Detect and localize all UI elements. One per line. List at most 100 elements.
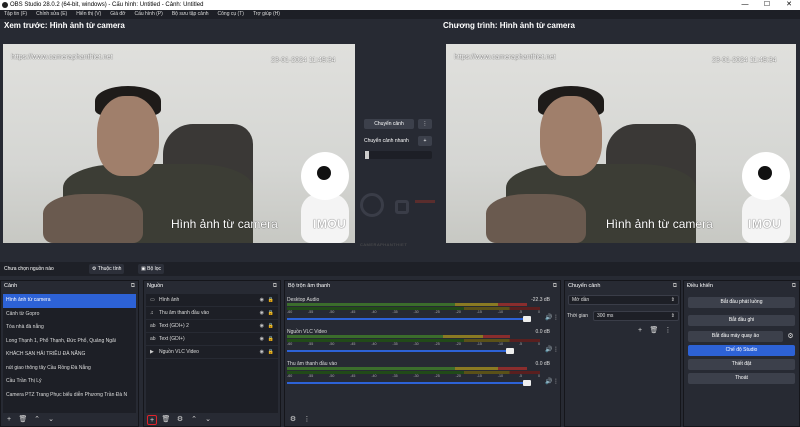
tick-label: -45 xyxy=(350,310,356,314)
menu-file[interactable]: Tập tin (F) xyxy=(4,10,27,19)
add-transition-icon[interactable]: + xyxy=(635,326,645,336)
scene-up-icon[interactable]: ⌃ xyxy=(32,415,42,425)
menu-help[interactable]: Trợ giúp (H) xyxy=(253,10,280,19)
channel-menu-icon[interactable]: ⋮ xyxy=(553,378,559,385)
menu-profile[interactable]: Cấu hình (P) xyxy=(134,10,162,19)
popout-icon[interactable]: ⧉ xyxy=(273,281,277,291)
start-recording-button[interactable]: Bắt đầu ghi xyxy=(688,315,795,326)
source-down-icon[interactable]: ⌄ xyxy=(203,415,213,425)
eye-icon[interactable]: ◉ xyxy=(260,346,264,359)
scene-item[interactable]: Tòa nhà đà nẵng xyxy=(3,321,136,335)
volume-slider-thumb[interactable] xyxy=(523,380,532,386)
lock-icon[interactable]: 🔒 xyxy=(268,333,274,346)
meter-ticks: -60 -55 -50 -45 -40 -35 -30 -25 -20 -15 -10 -5 0 xyxy=(287,342,540,346)
source-item[interactable]: ♫ Thu âm thanh đầu vào ◉ 🔒 xyxy=(146,307,278,320)
virtual-camera-gear-icon[interactable]: ⚙ xyxy=(785,331,796,342)
sources-header: Nguồn ⧉ xyxy=(144,281,280,291)
speaker-icon[interactable]: 🔊 xyxy=(545,378,552,385)
menu-bar: Tập tin (F) Chỉnh sửa (E) Hiển thị (V) G… xyxy=(0,10,800,19)
settings-button[interactable]: Thiết đặt xyxy=(688,359,795,370)
duration-input[interactable]: 300 ms ⇕ xyxy=(593,311,679,321)
tick-label: -20 xyxy=(455,374,461,378)
source-item[interactable]: ab Text (GDI+) 2 ◉ 🔒 xyxy=(146,320,278,333)
transition-button[interactable]: Chuyển cảnh xyxy=(364,119,414,129)
eye-icon[interactable]: ◉ xyxy=(260,307,264,320)
remove-transition-icon[interactable]: 🗑 xyxy=(649,326,659,336)
lock-icon[interactable]: 🔒 xyxy=(268,346,274,359)
popout-icon[interactable]: ⧉ xyxy=(792,281,796,291)
preview-label: Xem trước: Hình ảnh từ camera xyxy=(4,21,125,30)
remove-source-icon[interactable]: 🗑 xyxy=(161,415,171,425)
speaker-icon[interactable]: 🔊 xyxy=(545,314,552,321)
minimize-button[interactable]: — xyxy=(734,0,756,10)
scene-item[interactable]: Cầu Trần Thị Lý xyxy=(3,375,136,389)
transition-menu-icon[interactable]: ⋮ xyxy=(663,326,673,336)
source-up-icon[interactable]: ⌃ xyxy=(189,415,199,425)
properties-button[interactable]: ⚙ Thuộc tính xyxy=(89,264,125,274)
scene-down-icon[interactable]: ⌄ xyxy=(46,415,56,425)
volume-slider[interactable] xyxy=(287,350,510,352)
scene-item[interactable]: Long Thạnh 1, Phổ Thạnh, Đức Phổ, Quảng … xyxy=(3,335,136,349)
tick-label: -35 xyxy=(392,342,398,346)
advanced-audio-icon[interactable]: ⚙ xyxy=(288,415,298,425)
source-label: Thu âm thanh đầu vào xyxy=(159,310,210,316)
tick-label: 0 xyxy=(537,310,540,314)
menu-docks[interactable]: Giá đỡ xyxy=(110,10,125,19)
transition-type-select[interactable]: Mờ dần ⇕ xyxy=(568,295,679,305)
source-item[interactable]: ab Text (GDI+) ◉ 🔒 xyxy=(146,333,278,346)
lock-icon[interactable]: 🔒 xyxy=(268,320,274,333)
channel-menu-icon[interactable]: ⋮ xyxy=(553,314,559,321)
scene-item[interactable]: nút giao thông tây Cầu Rồng Đà Nẵng xyxy=(3,362,136,376)
close-button[interactable]: ✕ xyxy=(778,0,800,10)
volume-slider-thumb[interactable] xyxy=(523,316,532,322)
tick-label: -45 xyxy=(350,342,356,346)
channel-db: 0.0 dB xyxy=(535,361,550,367)
filters-button[interactable]: ▣ Bộ lọc xyxy=(138,264,165,274)
channel-menu-icon[interactable]: ⋮ xyxy=(553,346,559,353)
scene-item[interactable]: Hình ảnh từ camera xyxy=(3,294,136,308)
mixer-menu-icon[interactable]: ⋮ xyxy=(302,415,312,425)
menu-view[interactable]: Hiển thị (V) xyxy=(76,10,101,19)
menu-tools[interactable]: Công cụ (T) xyxy=(218,10,244,19)
eye-icon[interactable]: ◉ xyxy=(260,294,264,307)
quick-transition-area[interactable] xyxy=(364,151,432,159)
source-label: Hình ảnh xyxy=(159,297,180,303)
popout-icon[interactable]: ⧉ xyxy=(131,281,135,291)
source-item[interactable]: ▭ Hình ảnh ◉ 🔒 xyxy=(146,294,278,307)
transition-dots-button[interactable]: ⋮ xyxy=(418,119,432,129)
program-canvas: https://www.cameraphanthiet.net 23-01-20… xyxy=(446,44,796,243)
quick-transition-handle[interactable] xyxy=(365,151,369,159)
volume-slider[interactable] xyxy=(287,318,528,320)
remove-scene-icon[interactable]: 🗑 xyxy=(18,415,28,425)
quick-transition-add-button[interactable]: + xyxy=(418,136,432,146)
maximize-button[interactable]: ☐ xyxy=(756,0,778,10)
add-scene-icon[interactable]: + xyxy=(4,415,14,425)
watermark-logo-icon xyxy=(360,193,384,217)
eye-icon[interactable]: ◉ xyxy=(260,333,264,346)
source-label: Nguồn VLC Video xyxy=(159,349,199,355)
tick-label: -50 xyxy=(329,310,335,314)
program-timestamp: 23-01-2024 11:49:34 xyxy=(712,57,777,64)
volume-slider-thumb[interactable] xyxy=(505,348,514,354)
lock-icon[interactable]: 🔒 xyxy=(268,307,274,320)
add-source-icon[interactable]: + xyxy=(147,415,157,425)
start-streaming-button[interactable]: Bắt đầu phát luồng xyxy=(688,297,795,308)
scene-item[interactable]: KHÁCH SẠN HẢI TRIỀU ĐÀ NẴNG xyxy=(3,348,136,362)
scenes-toolbar: + 🗑 ⌃ ⌄ xyxy=(4,415,56,425)
menu-scene-collection[interactable]: Bộ sưu tập cảnh xyxy=(172,10,209,19)
menu-edit[interactable]: Chỉnh sửa (E) xyxy=(36,10,67,19)
eye-icon[interactable]: ◉ xyxy=(260,320,264,333)
preview-canvas[interactable]: https://www.cameraphanthiet.net 23-01-20… xyxy=(3,44,355,243)
start-virtual-camera-button[interactable]: Bắt đầu máy quay ảo xyxy=(688,331,783,342)
volume-slider[interactable] xyxy=(287,382,528,384)
popout-icon[interactable]: ⧉ xyxy=(553,281,557,291)
exit-button[interactable]: Thoát xyxy=(688,373,795,384)
speaker-icon[interactable]: 🔊 xyxy=(545,346,552,353)
source-item[interactable]: ▶ Nguồn VLC Video ◉ 🔒 xyxy=(146,346,278,359)
source-settings-icon[interactable]: ⚙ xyxy=(175,415,185,425)
scene-item[interactable]: Camera PTZ Trang Phục biểu diễn Phương T… xyxy=(3,389,136,403)
scene-item[interactable]: Cảnh từ Gopro xyxy=(3,308,136,322)
popout-icon[interactable]: ⧉ xyxy=(673,281,677,291)
studio-mode-button[interactable]: Chế độ Studio xyxy=(688,345,795,356)
lock-icon[interactable]: 🔒 xyxy=(268,294,274,307)
